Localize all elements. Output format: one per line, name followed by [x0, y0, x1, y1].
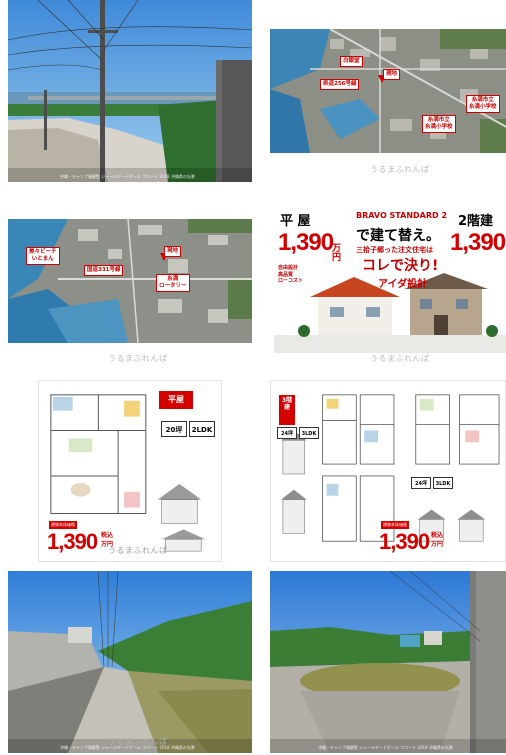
label-rotary: 糸満 ロータリー — [156, 274, 190, 292]
floor-plan-single-storey[interactable]: 平屋 20坪 2LDK 建物本体価格 1,390 税込 万円 — [38, 380, 222, 562]
label-beach: 美々ビーチ いとまん — [26, 247, 60, 265]
area-stat-1: 24坪 — [277, 427, 297, 439]
type-tag: 平屋 — [159, 391, 193, 409]
tag-single-storey: 平 屋 — [280, 214, 311, 229]
road-image — [8, 571, 252, 753]
layout-stat-2: 3LDK — [433, 477, 453, 489]
company-name: アイダ設計 — [378, 279, 428, 290]
price-note: 税込 — [101, 532, 114, 539]
photo-vacant-lot[interactable]: 沖縄・キャンプ瑞慶覧 ジュールヤードボール フロード 2018 沖縄県の光景 — [270, 571, 506, 753]
price-note: 税込 — [431, 532, 444, 539]
tag-two-storey: 2階建 — [458, 214, 494, 229]
watermark: うるまふれんぱ — [108, 737, 168, 746]
floor-plan-three-storey[interactable]: 3階建 24坪 24坪 3LDK 24坪 3LDK 建物本体価格 1,390 税… — [270, 380, 506, 562]
label-route-256: 県道256号線 — [320, 79, 360, 90]
street-view-image — [8, 0, 252, 182]
photo-caption: 沖縄・キャンプ瑞慶覧 ジュールヤードボール フロード 2018 沖縄県の光景 — [60, 174, 195, 179]
label-site: 現地 — [383, 69, 401, 80]
price-right: 1,390 — [450, 229, 506, 256]
price: 1,390 — [379, 529, 430, 554]
watermark: うるまふれんぱ — [108, 546, 168, 555]
photo-caption: 沖縄・キャンプ瑞慶覧 ジュールヤードボール フロード 2018 沖縄県の光景 — [318, 745, 453, 750]
aerial-map-1[interactable]: 白銀堂 現地 県道256号線 糸満市立 糸満小学校 糸満市立 糸満小学校 — [270, 29, 506, 153]
layout-stat-1: 3LDK — [299, 427, 319, 439]
price-label: 建物本体価格 — [381, 521, 409, 529]
sub-headline-1: 三拾子郷った注文住宅は — [356, 246, 433, 254]
aerial-map-image — [8, 219, 252, 343]
price-left: 1,390 — [278, 229, 334, 256]
type-tag: 3階建 — [279, 395, 295, 425]
vacant-lot-image — [270, 571, 506, 753]
area-stat: 20坪 — [161, 421, 187, 437]
sub-headline-2: コレで決り! — [362, 258, 439, 274]
ad-banner[interactable]: 平 屋 2階建 BRAVO STANDARD 2 で建て替え。 三拾子郷った注文… — [274, 207, 506, 353]
label-junior-high: 糸満市立 糸満小学校 — [422, 115, 456, 133]
headline: で建て替え。 — [356, 228, 440, 244]
feature-badge: 自由設計 高品質 ローコスト — [278, 265, 304, 284]
price-label: 建物本体価格 — [49, 521, 77, 529]
layout-stat: 2LDK — [189, 421, 215, 437]
aerial-map-image — [270, 29, 506, 153]
watermark: うるまふれんぱ — [108, 354, 168, 363]
price-unit: 万円 — [431, 541, 444, 548]
aerial-map-2[interactable]: 美々ビーチ いとまん 現地 国道331号線 糸満 ロータリー — [8, 219, 252, 343]
price: 1,390 — [47, 529, 98, 554]
brand-title: BRAVO STANDARD 2 — [356, 211, 448, 220]
area-stat-2: 24坪 — [411, 477, 431, 489]
label-route-331: 国道331号線 — [84, 265, 124, 276]
photo-road[interactable]: 沖縄・キャンプ瑞慶覧 ジュールヤードボール フロード 2018 沖縄県の光景 — [8, 571, 252, 753]
label-site: 現地 — [164, 246, 182, 257]
label-shirado: 白銀堂 — [340, 56, 363, 67]
watermark: うるまふれんぱ — [370, 354, 430, 363]
label-elementary: 糸満市立 糸満小学校 — [466, 95, 500, 113]
watermark: うるまふれんぱ — [370, 165, 430, 174]
price-left-unit: 万円 — [332, 244, 342, 263]
photo-street-view[interactable]: 沖縄・キャンプ瑞慶覧 ジュールヤードボール フロード 2018 沖縄県の光景 — [8, 0, 252, 182]
